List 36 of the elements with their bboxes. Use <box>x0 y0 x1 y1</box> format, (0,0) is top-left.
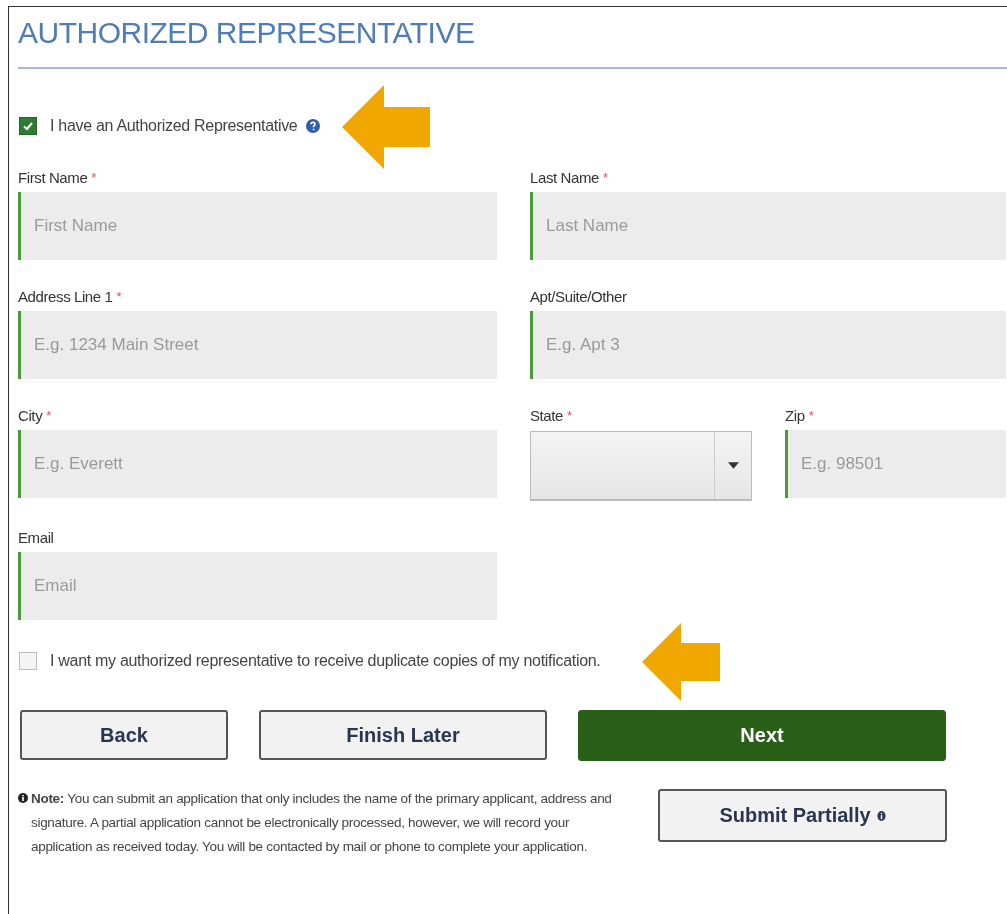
checkbox-label: I want my authorized representative to receive duplicate copies of my notification. <box>50 652 601 670</box>
input-field[interactable]: First Name <box>18 192 497 260</box>
submit-partially-button[interactable]: Submit Partially <box>658 789 947 842</box>
caret-icon <box>727 462 739 469</box>
help-icon[interactable] <box>306 119 321 133</box>
required-mark: * <box>46 407 52 423</box>
input-field[interactable]: E.g. 1234 Main Street <box>18 311 497 379</box>
field-label: Last Name <box>530 168 599 186</box>
field-label: First Name <box>18 168 88 186</box>
field-label: Apt/Suite/Other <box>530 287 627 305</box>
input-field[interactable]: E.g. 98501 <box>785 430 1006 498</box>
input-field[interactable]: Last Name <box>530 192 1006 260</box>
input-field[interactable]: Email <box>18 552 497 620</box>
field-label: State <box>530 406 564 424</box>
required-mark: * <box>567 407 573 423</box>
checkbox[interactable] <box>19 652 37 670</box>
input-field[interactable]: E.g. Everett <box>18 430 497 498</box>
check-icon <box>22 120 34 132</box>
checkbox-label: I have an Authorized Representative <box>50 117 298 135</box>
info-icon <box>18 793 28 803</box>
checkbox[interactable] <box>19 117 37 135</box>
required-mark: * <box>116 288 122 304</box>
field-label: Email <box>18 528 54 546</box>
action-button[interactable]: Back <box>20 710 228 760</box>
field-label: Zip <box>785 406 805 424</box>
info-icon <box>876 809 886 822</box>
field-label: Address Line 1 <box>18 287 113 305</box>
input-field[interactable]: E.g. Apt 3 <box>530 311 1006 379</box>
required-mark: * <box>91 169 97 185</box>
action-button[interactable]: Next <box>578 710 946 761</box>
note-text: Note: You can submit an application that only includes the name of the primary applicant, address and signature. A partial application cannot be electronically processed, however, we will record your application as received today. You will be contacted by mail or phone to complete your application. <box>31 790 613 856</box>
action-button[interactable]: Finish Later <box>259 710 547 760</box>
required-mark: * <box>602 169 608 185</box>
section-title: AUTHORIZED REPRESENTATIVE <box>18 15 476 51</box>
field-label: City <box>18 406 43 424</box>
required-mark: * <box>808 407 814 423</box>
